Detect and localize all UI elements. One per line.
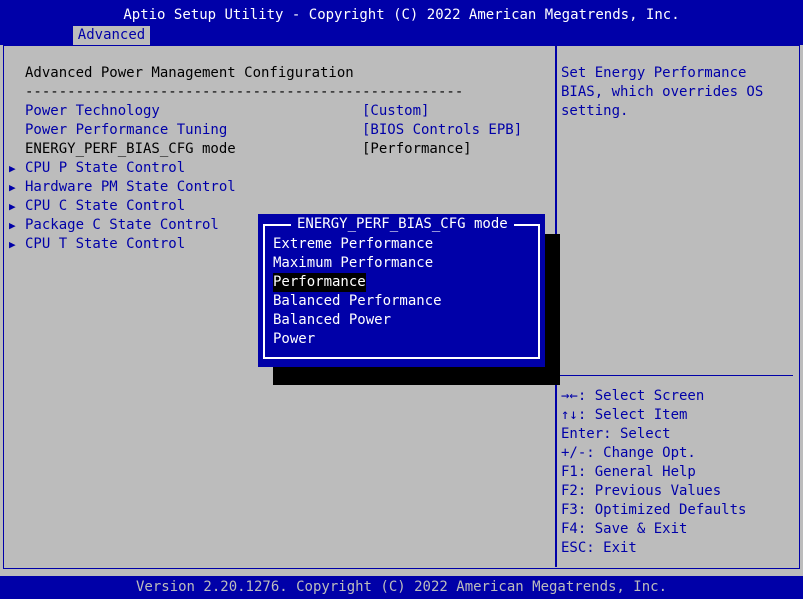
tab-advanced[interactable]: Advanced [73, 26, 150, 45]
triangle-right-icon: ▶ [9, 238, 16, 251]
help-divider [557, 375, 793, 376]
submenu-package-c-state[interactable]: Package C State Control [25, 216, 219, 235]
submenu-cpu-c-state[interactable]: CPU C State Control [25, 197, 185, 216]
key-hint-f2: F2: Previous Values [561, 483, 722, 499]
app-title: Aptio Setup Utility - Copyright (C) 2022… [123, 7, 680, 23]
key-hint-change-opt: +/-: Change Opt. [561, 445, 696, 461]
key-hint-select-item: ↑↓: Select Item [561, 407, 688, 423]
title-bar: Aptio Setup Utility - Copyright (C) 2022… [0, 0, 803, 45]
setting-power-technology-value[interactable]: [Custom] [362, 102, 429, 121]
section-separator: ----------------------------------------… [25, 84, 464, 100]
submenu-cpu-t-state[interactable]: CPU T State Control [25, 235, 185, 254]
triangle-right-icon: ▶ [9, 219, 16, 232]
key-hint-esc: ESC: Exit [561, 540, 637, 556]
setting-energy-perf-bias-mode-value[interactable]: [Performance] [362, 140, 472, 159]
popup-option-power[interactable]: Power [273, 330, 315, 349]
triangle-right-icon: ▶ [9, 162, 16, 175]
section-title: Advanced Power Management Configuration [25, 65, 354, 81]
submenu-cpu-p-state[interactable]: CPU P State Control [25, 159, 185, 178]
setting-power-technology[interactable]: Power Technology [25, 102, 160, 121]
popup-option-performance[interactable]: Performance [273, 273, 366, 292]
key-hint-f1: F1: General Help [561, 464, 696, 480]
footer-text: Version 2.20.1276. Copyright (C) 2022 Am… [135, 579, 667, 595]
key-hint-f4: F4: Save & Exit [561, 521, 688, 537]
help-text: Set Energy Performance BIAS, which overr… [561, 65, 772, 119]
option-popup: ENERGY_PERF_BIAS_CFG mode Extreme Perfor… [258, 214, 545, 367]
key-hint-select-screen: →←: Select Screen [561, 388, 705, 404]
popup-option-balanced-performance[interactable]: Balanced Performance [273, 292, 442, 311]
popup-option-extreme-performance[interactable]: Extreme Performance [273, 235, 433, 254]
setting-power-performance-tuning[interactable]: Power Performance Tuning [25, 121, 227, 140]
setting-energy-perf-bias-mode[interactable]: ENERGY_PERF_BIAS_CFG mode [25, 140, 236, 159]
popup-option-maximum-performance[interactable]: Maximum Performance [273, 254, 433, 273]
popup-option-balanced-power[interactable]: Balanced Power [273, 311, 391, 330]
key-hint-f3: F3: Optimized Defaults [561, 502, 747, 518]
submenu-hardware-pm-state[interactable]: Hardware PM State Control [25, 178, 236, 197]
triangle-right-icon: ▶ [9, 200, 16, 213]
popup-title: ENERGY_PERF_BIAS_CFG mode [291, 215, 514, 234]
key-hint-enter: Enter: Select [561, 426, 671, 442]
footer-bar: Version 2.20.1276. Copyright (C) 2022 Am… [0, 576, 803, 599]
triangle-right-icon: ▶ [9, 181, 16, 194]
setting-power-performance-tuning-value[interactable]: [BIOS Controls EPB] [362, 121, 522, 140]
